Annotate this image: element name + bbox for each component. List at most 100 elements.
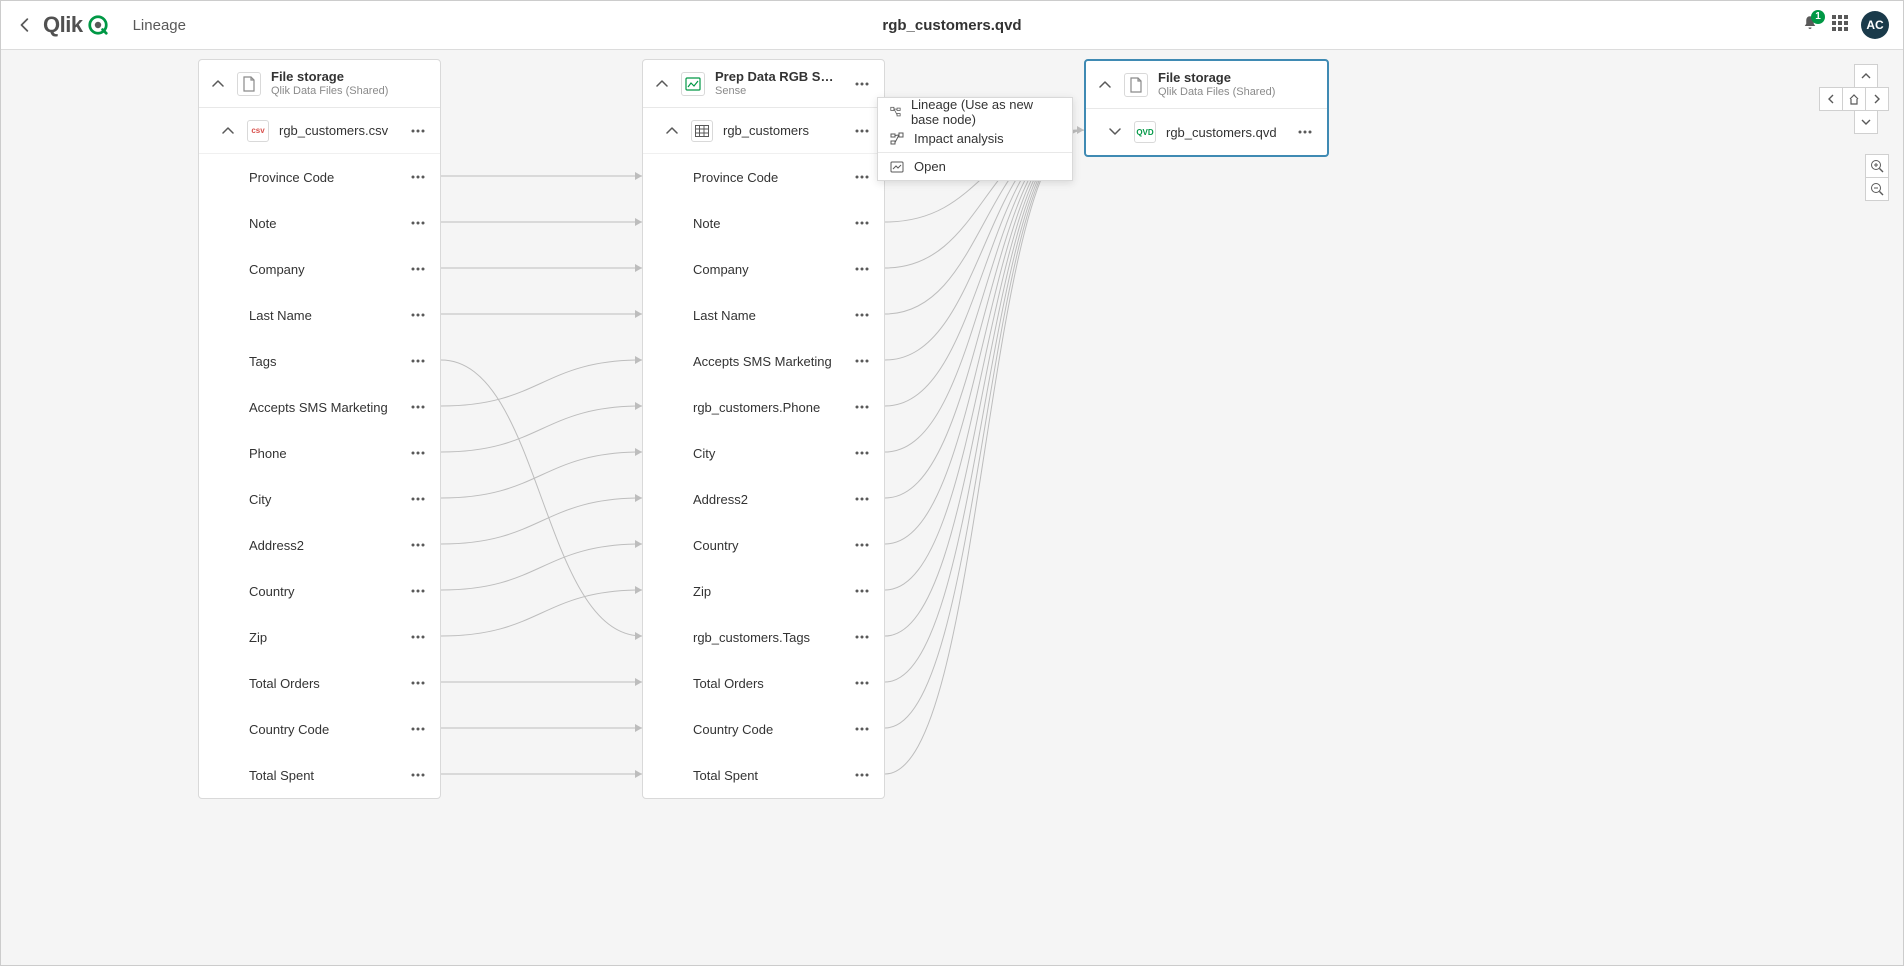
more-menu-button[interactable]: [406, 303, 430, 327]
more-menu-button[interactable]: [406, 533, 430, 557]
more-menu-button[interactable]: [406, 211, 430, 235]
collapse-toggle[interactable]: [1096, 76, 1114, 94]
more-menu-button[interactable]: [850, 165, 874, 189]
collapse-toggle[interactable]: [663, 122, 681, 140]
pan-home-button[interactable]: [1842, 87, 1866, 111]
field-row: Province Code: [199, 154, 440, 200]
more-menu-button[interactable]: [406, 579, 430, 603]
field-row: Zip: [643, 568, 884, 614]
field-row: Zip: [199, 614, 440, 660]
navigator-pan-controls: [1820, 65, 1889, 134]
more-menu-button[interactable]: [406, 717, 430, 741]
pan-right-button[interactable]: [1865, 87, 1889, 111]
table-icon: [691, 120, 713, 142]
field-row: rgb_customers.Phone: [643, 384, 884, 430]
lineage-node-file-storage-right: File storage Qlik Data Files (Shared) QV…: [1084, 59, 1329, 157]
more-menu-button[interactable]: [850, 395, 874, 419]
chevron-left-icon: [1827, 94, 1835, 104]
more-menu-button[interactable]: [850, 72, 874, 96]
chevron-right-icon: [1873, 94, 1881, 104]
user-avatar[interactable]: AC: [1861, 11, 1889, 39]
menu-item-label: Open: [914, 159, 946, 174]
more-menu-button[interactable]: [850, 671, 874, 695]
more-menu-button[interactable]: [850, 763, 874, 787]
expand-toggle[interactable]: [1106, 123, 1124, 141]
more-horizontal-icon: [855, 635, 869, 639]
more-menu-button[interactable]: [406, 257, 430, 281]
page-title: Lineage: [133, 17, 186, 34]
chevron-up-icon: [212, 79, 224, 89]
pan-up-button[interactable]: [1854, 64, 1878, 88]
file-icon: [237, 72, 261, 96]
menu-item-open[interactable]: Open: [878, 153, 1072, 180]
field-row: Province Code: [643, 154, 884, 200]
more-horizontal-icon: [411, 543, 425, 547]
more-horizontal-icon: [411, 405, 425, 409]
more-horizontal-icon: [411, 635, 425, 639]
field-row: Address2: [199, 522, 440, 568]
more-menu-button[interactable]: [406, 349, 430, 373]
field-name: Last Name: [693, 308, 756, 323]
more-menu-button[interactable]: [850, 119, 874, 143]
more-menu-button[interactable]: [850, 441, 874, 465]
table-name: rgb_customers.qvd: [1166, 125, 1283, 140]
more-menu-button[interactable]: [406, 165, 430, 189]
more-menu-button[interactable]: [850, 533, 874, 557]
collapse-toggle[interactable]: [653, 75, 671, 93]
zoom-out-button[interactable]: [1865, 177, 1889, 201]
collapse-toggle[interactable]: [209, 75, 227, 93]
back-button[interactable]: [15, 15, 35, 35]
table-row: rgb_customers: [643, 108, 884, 154]
more-menu-button[interactable]: [406, 671, 430, 695]
zoom-in-button[interactable]: [1865, 154, 1889, 178]
more-menu-button[interactable]: [406, 625, 430, 649]
card-title: File storage: [271, 69, 430, 85]
more-menu-button[interactable]: [1293, 120, 1317, 144]
field-name: Accepts SMS Marketing: [693, 354, 832, 369]
pan-left-button[interactable]: [1819, 87, 1843, 111]
qvd-file-icon: QVD: [1134, 121, 1156, 143]
field-name: Total Spent: [693, 768, 758, 783]
more-horizontal-icon: [411, 129, 425, 133]
more-horizontal-icon: [411, 267, 425, 271]
field-name: Total Orders: [249, 676, 320, 691]
table-row: QVD rgb_customers.qvd: [1086, 109, 1327, 155]
field-row: Total Orders: [643, 660, 884, 706]
more-menu-button[interactable]: [406, 763, 430, 787]
chevron-down-icon: [1861, 118, 1871, 126]
field-name: Company: [249, 262, 305, 277]
card-subtitle: Sense: [715, 85, 840, 98]
field-row: Country: [199, 568, 440, 614]
more-menu-button[interactable]: [850, 717, 874, 741]
card-subtitle: Qlik Data Files (Shared): [271, 85, 430, 98]
more-menu-button[interactable]: [406, 441, 430, 465]
more-menu-button[interactable]: [406, 395, 430, 419]
more-horizontal-icon: [855, 129, 869, 133]
more-menu-button[interactable]: [850, 303, 874, 327]
app-launcher-button[interactable]: [1831, 14, 1849, 37]
more-menu-button[interactable]: [406, 119, 430, 143]
more-menu-button[interactable]: [850, 579, 874, 603]
table-name: rgb_customers: [723, 123, 840, 138]
menu-item-impact-analysis[interactable]: Impact analysis: [878, 125, 1072, 152]
menu-item-lineage[interactable]: Lineage (Use as new base node): [878, 98, 1072, 125]
more-menu-button[interactable]: [850, 487, 874, 511]
zoom-controls: [1865, 155, 1889, 201]
field-name: rgb_customers.Tags: [693, 630, 810, 645]
chevron-up-icon: [1099, 80, 1111, 90]
collapse-toggle[interactable]: [219, 122, 237, 140]
more-menu-button[interactable]: [850, 211, 874, 235]
grid-icon: [1831, 14, 1849, 32]
notifications-button[interactable]: 1: [1801, 14, 1819, 37]
field-row: Last Name: [199, 292, 440, 338]
more-menu-button[interactable]: [850, 625, 874, 649]
more-menu-button[interactable]: [406, 487, 430, 511]
menu-item-label: Impact analysis: [914, 131, 1004, 146]
more-menu-button[interactable]: [850, 349, 874, 373]
pan-down-button[interactable]: [1854, 110, 1878, 134]
field-name: City: [693, 446, 715, 461]
chevron-up-icon: [656, 79, 668, 89]
lineage-canvas[interactable]: File storage Qlik Data Files (Shared) cs…: [1, 50, 1903, 965]
zoom-out-icon: [1870, 182, 1884, 196]
more-menu-button[interactable]: [850, 257, 874, 281]
